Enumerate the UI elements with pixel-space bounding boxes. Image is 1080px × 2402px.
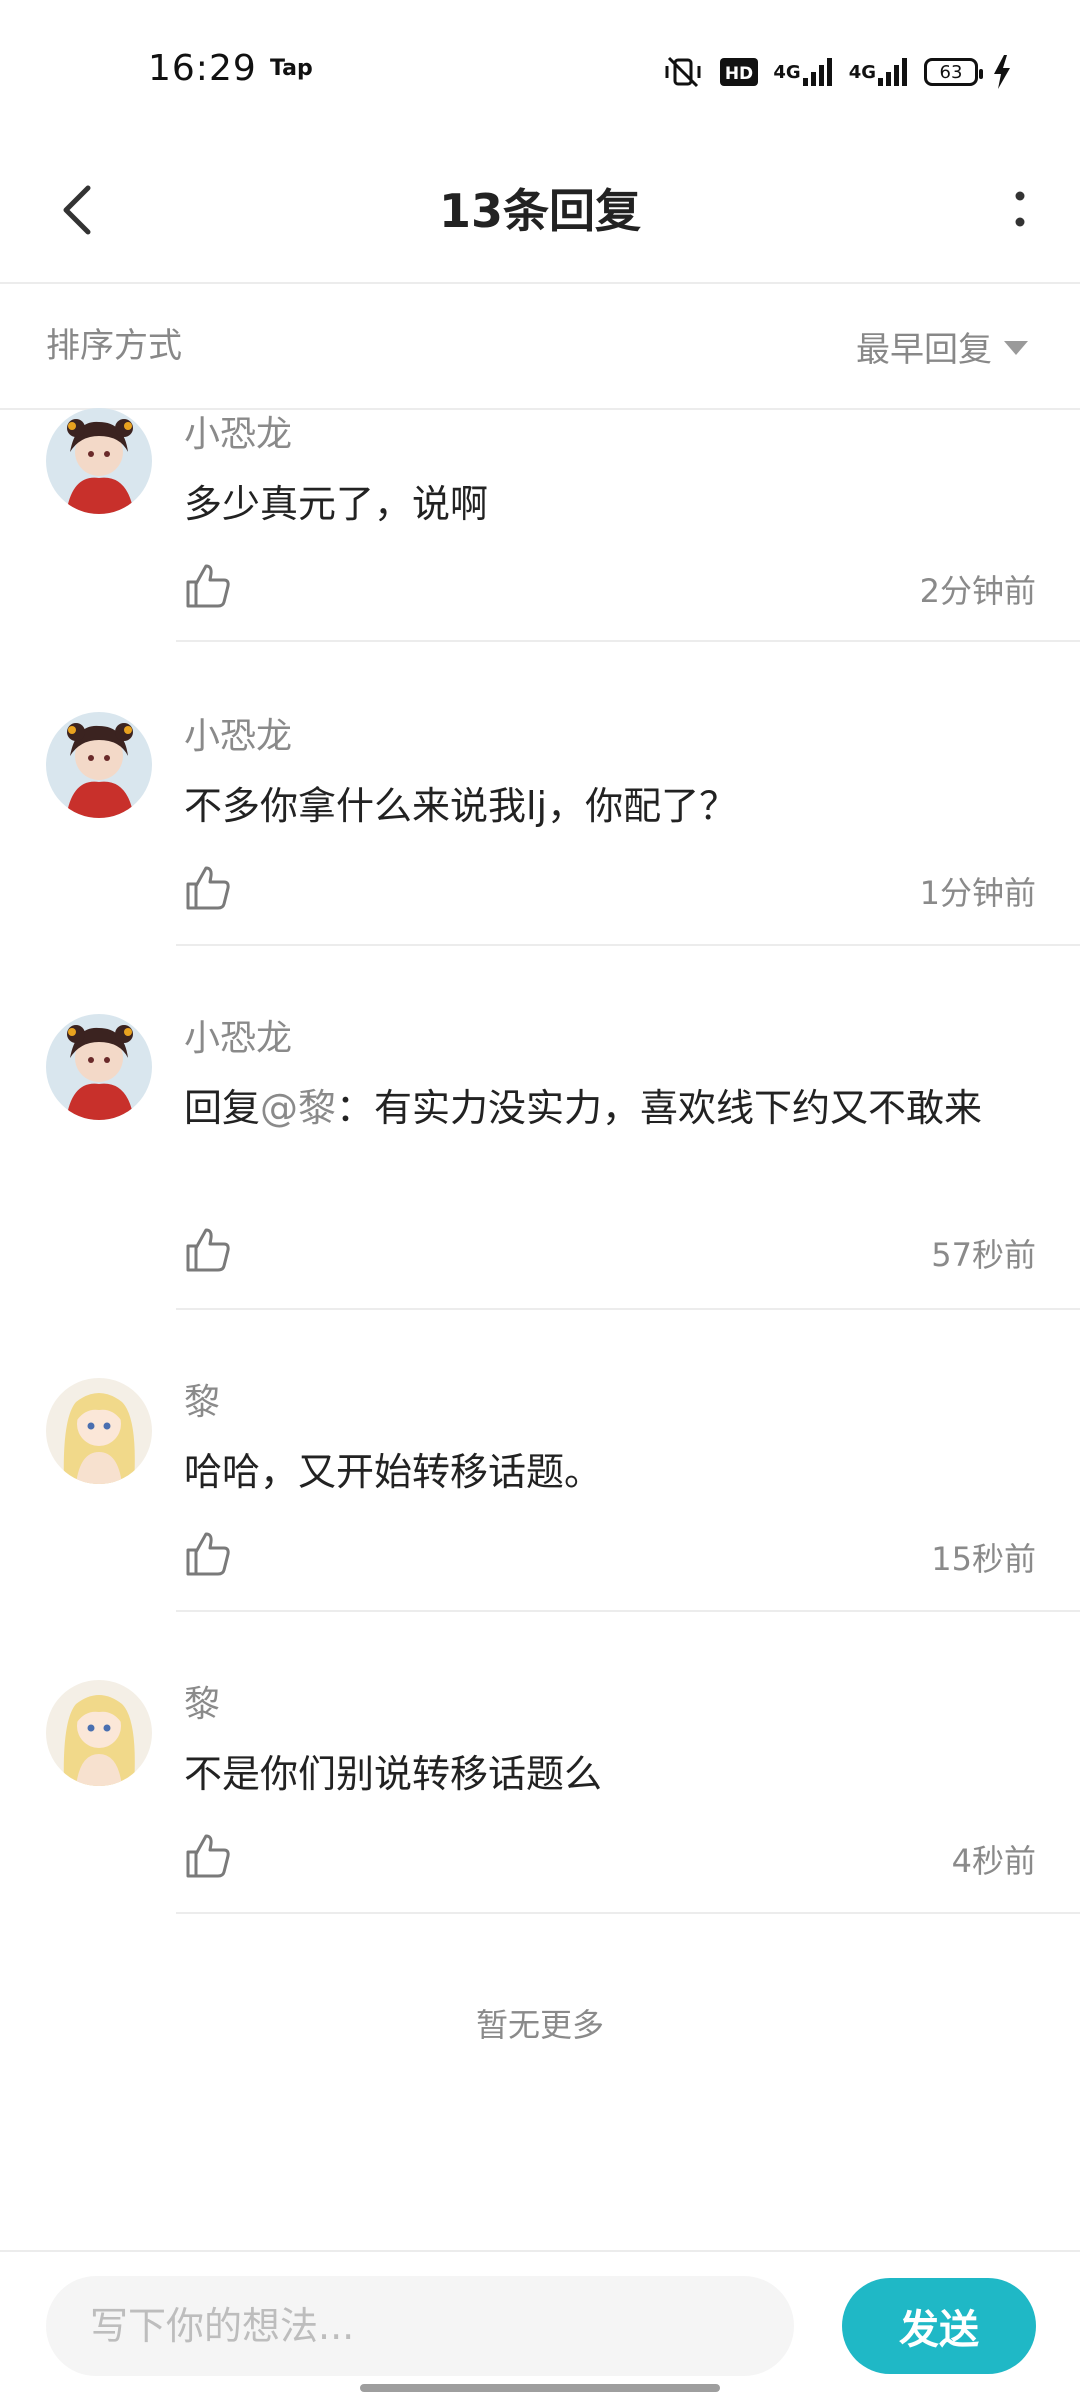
thumbs-up-icon [186,564,230,608]
like-button[interactable] [184,864,232,912]
like-button[interactable] [184,1832,232,1880]
avatar[interactable] [46,1680,152,1786]
thumbs-up-icon [186,1532,230,1576]
status-carrier-badge: Tap [270,56,313,81]
signal-icon: 4G [773,56,834,88]
page-title: 13条回复 [438,184,641,238]
thumbs-up-icon [186,1228,230,1272]
divider [176,944,1080,946]
thumbs-up-icon [186,866,230,910]
comment-username[interactable]: 小恐龙 [184,712,1036,762]
sort-bar: 排序方式 最早回复 [0,284,1080,410]
comment-timestamp: 4秒前 [951,1842,1036,1880]
like-button[interactable] [184,562,232,610]
comment-username[interactable]: 小恐龙 [184,1014,1036,1064]
composer-bar: 发送 [0,2250,1080,2402]
send-button[interactable]: 发送 [842,2278,1036,2374]
charging-icon [992,55,1012,89]
avatar[interactable] [46,408,152,514]
status-icons: HD 4G 4G 63 [661,50,1012,94]
comment-timestamp: 15秒前 [931,1540,1036,1578]
like-button[interactable] [184,1226,232,1274]
mention-link[interactable]: @黎 [260,1086,336,1130]
status-bar: 16:29 Tap HD 4G 4G 63 [0,0,1080,140]
sort-selected-value: 最早回复 [856,329,992,370]
comment-text-body: ：有实力没实力，喜欢线下约又不敢来 [336,1086,983,1130]
thumbs-up-icon [186,1834,230,1878]
comment-text: 不是你们别说转移话题么 [184,1752,603,1796]
dropdown-arrow-icon [1004,341,1028,355]
comment-input[interactable] [46,2276,794,2376]
no-more-label: 暂无更多 [475,2006,604,2044]
hd-icon: HD [719,56,759,88]
comment-username[interactable]: 黎 [184,1378,1036,1428]
divider [176,1308,1080,1310]
back-button[interactable] [38,170,118,250]
divider [176,640,1080,642]
like-button[interactable] [184,1530,232,1578]
comment-text: 回复@黎：有实力没实力，喜欢线下约又不敢来 [184,1078,1036,1138]
comment-username[interactable]: 黎 [184,1680,1036,1730]
avatar[interactable] [46,712,152,818]
header-bar: 13条回复 [0,140,1080,284]
status-time: 16:29 [148,48,257,89]
avatar[interactable] [46,1378,152,1484]
chevron-left-icon [63,185,91,235]
comment-username[interactable]: 小恐龙 [184,410,1036,460]
divider [176,1912,1080,1914]
battery-icon: 63 [924,58,983,86]
comment-text: 多少真元了，说啊 [184,482,489,526]
avatar[interactable] [46,1014,152,1120]
comment-timestamp: 57秒前 [931,1236,1036,1274]
comment-text: 哈哈，又开始转移话题。 [184,1450,603,1494]
comment-timestamp: 1分钟前 [919,874,1036,912]
reply-prefix: 回复 [184,1086,261,1130]
signal-icon: 4G [849,56,910,88]
divider [176,1610,1080,1612]
svg-text:HD: HD [725,64,753,84]
more-options-button[interactable] [980,170,1060,250]
sort-label: 排序方式 [46,326,182,366]
comment-timestamp: 2分钟前 [919,572,1036,610]
mute-vibrate-icon [661,54,705,90]
home-indicator[interactable] [360,2384,720,2392]
comment-text: 不多你拿什么来说我lj，你配了？ [184,784,738,828]
sort-dropdown[interactable]: 最早回复 [856,284,1028,408]
more-vertical-icon [1015,191,1025,227]
